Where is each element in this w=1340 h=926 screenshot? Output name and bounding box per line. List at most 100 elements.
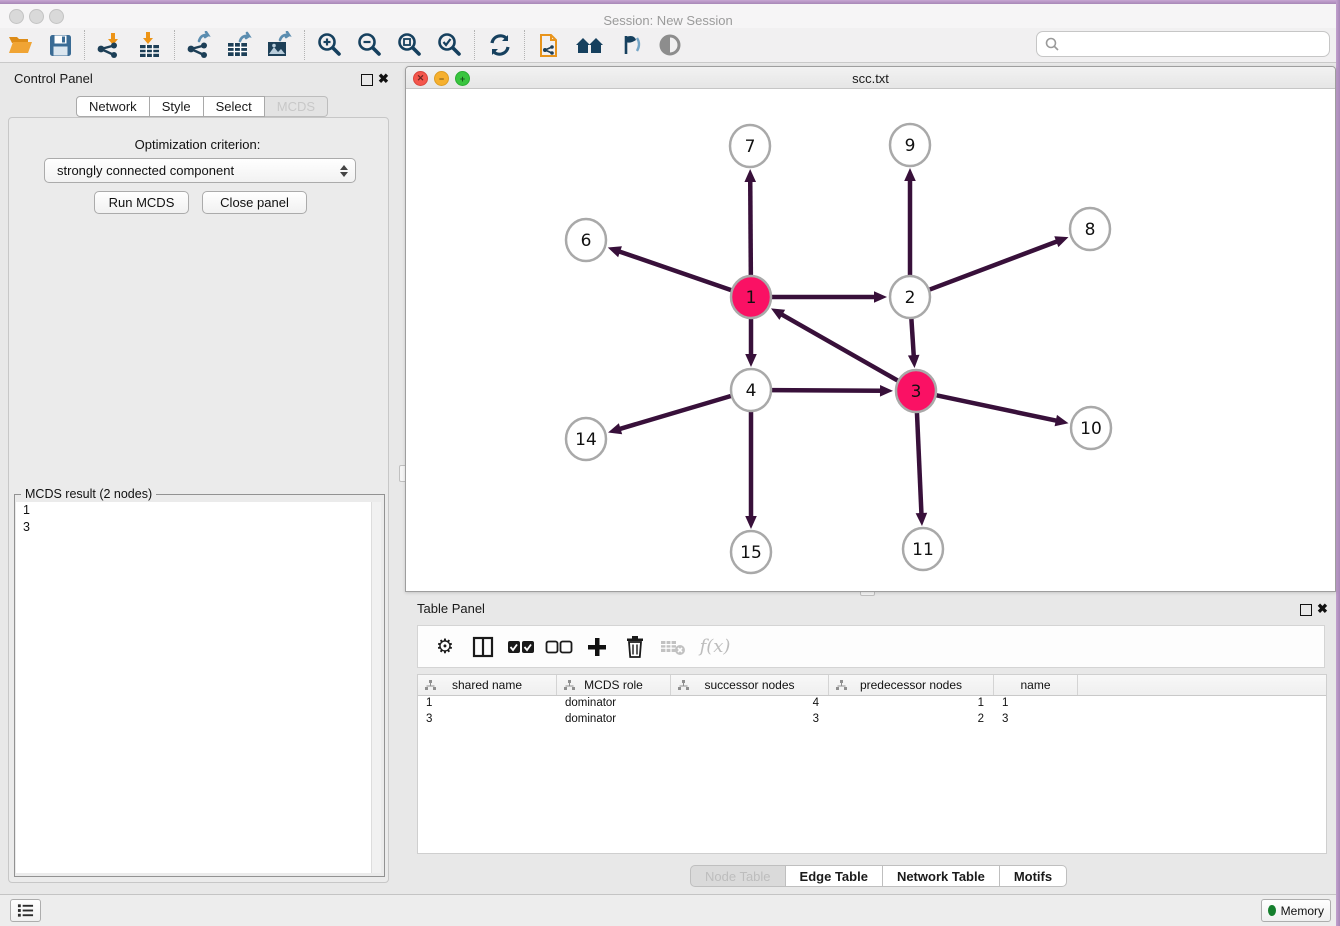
delete-column-button[interactable]	[616, 630, 654, 664]
graph-node-label-11: 11	[912, 540, 934, 560]
export-image-button[interactable]	[260, 29, 300, 61]
open-file-button[interactable]	[0, 29, 40, 61]
table-toolbar: ⚙	[417, 625, 1325, 668]
close-panel-button[interactable]: Close panel	[202, 191, 307, 214]
import-network-button[interactable]	[90, 29, 130, 61]
table-cell[interactable]: dominator	[557, 712, 671, 728]
network-view-window: ✕ − + scc.txt 7968124314101511	[405, 66, 1336, 592]
table-cell[interactable]: 3	[671, 712, 829, 728]
table-cell[interactable]: dominator	[557, 696, 671, 712]
clone-network-icon	[537, 31, 564, 60]
graph-edge-4-3[interactable]	[772, 390, 882, 391]
function-builder-button[interactable]: f(x)	[692, 630, 738, 664]
column-header-name[interactable]: name	[994, 675, 1078, 695]
apply-layout-button[interactable]	[480, 29, 520, 61]
zoom-out-icon	[356, 31, 384, 59]
run-mcds-button[interactable]: Run MCDS	[94, 191, 189, 214]
column-type-icon	[564, 680, 575, 691]
home-icon	[575, 33, 605, 57]
table-cell[interactable]: 1	[418, 696, 557, 712]
graph-edge-2-8[interactable]	[930, 241, 1059, 290]
table-cell[interactable]: 1	[829, 696, 994, 712]
tab-edge-table[interactable]: Edge Table	[786, 865, 883, 887]
graph-edge-arrowhead	[908, 355, 920, 368]
eye-slash-icon	[616, 32, 644, 58]
graph-node-label-9: 9	[905, 136, 916, 156]
table-row[interactable]: 1dominator411	[418, 696, 1326, 712]
tab-style[interactable]: Style	[150, 96, 204, 117]
export-table-button[interactable]	[220, 29, 260, 61]
column-header-predecessor-nodes[interactable]: predecessor nodes	[829, 675, 994, 695]
save-icon	[49, 34, 72, 57]
table-cell[interactable]: 2	[829, 712, 994, 728]
clone-network-button[interactable]	[530, 29, 570, 61]
import-table-button[interactable]	[130, 29, 170, 61]
home-button[interactable]	[570, 29, 610, 61]
open-folder-icon	[7, 33, 33, 57]
graph-edge-1-6[interactable]	[618, 251, 731, 290]
dropdown-stepper-icon	[338, 163, 349, 179]
float-table-panel-button[interactable]	[1300, 604, 1312, 616]
close-panel-icon-button[interactable]: ✖	[378, 74, 389, 84]
table-cell[interactable]: 4	[671, 696, 829, 712]
graph-edge-3-1[interactable]	[781, 314, 898, 381]
column-header-shared-name[interactable]: shared name	[418, 675, 557, 695]
mcds-result-list[interactable]: 13	[16, 502, 381, 873]
export-network-button[interactable]	[180, 29, 220, 61]
search-field	[1036, 31, 1330, 57]
zoom-selected-icon	[436, 31, 464, 59]
tab-mcds[interactable]: MCDS	[265, 96, 328, 117]
hide-selected-button[interactable]	[610, 29, 650, 61]
zoom-selected-button[interactable]	[430, 29, 470, 61]
zoom-fit-button[interactable]	[390, 29, 430, 61]
save-session-button[interactable]	[40, 29, 80, 61]
graph-edge-3-11[interactable]	[917, 412, 922, 515]
tab-node-table[interactable]: Node Table	[690, 865, 786, 887]
zoom-out-button[interactable]	[350, 29, 390, 61]
graph-node-label-4: 4	[746, 381, 757, 401]
tab-motifs[interactable]: Motifs	[1000, 865, 1067, 887]
tab-select[interactable]: Select	[204, 96, 265, 117]
column-header-successor-nodes[interactable]: successor nodes	[671, 675, 829, 695]
table-cell[interactable]: 3	[418, 712, 557, 728]
tab-network-table[interactable]: Network Table	[883, 865, 1000, 887]
delete-table-button[interactable]	[654, 630, 692, 664]
select-all-button[interactable]	[502, 630, 540, 664]
add-column-button[interactable]	[578, 630, 616, 664]
column-header-MCDS-role[interactable]: MCDS role	[557, 675, 671, 695]
mcds-result-item: 1	[16, 502, 381, 519]
table-settings-button[interactable]: ⚙	[426, 630, 464, 664]
mcds-result-title: MCDS result (2 nodes)	[21, 487, 156, 501]
split-columns-button[interactable]	[464, 630, 502, 664]
task-history-button[interactable]	[10, 899, 41, 922]
float-panel-button[interactable]	[361, 74, 373, 86]
deselect-all-button[interactable]	[540, 630, 578, 664]
table-panel-title: Table Panel	[417, 601, 485, 616]
graph-edge-1-7[interactable]	[750, 180, 751, 276]
search-input[interactable]	[1062, 37, 1329, 51]
graph-node-label-15: 15	[740, 543, 762, 563]
network-window-titlebar[interactable]: ✕ − + scc.txt	[406, 67, 1335, 89]
graph-edge-3-10[interactable]	[937, 395, 1058, 421]
application-window: Session: New Session	[0, 0, 1340, 926]
columns-icon	[472, 636, 494, 658]
graph-edge-4-14[interactable]	[619, 396, 731, 429]
graph-node-label-8: 8	[1085, 220, 1096, 240]
graph-edge-arrowhead	[608, 246, 622, 257]
network-canvas[interactable]: 7968124314101511	[406, 88, 1333, 589]
zoom-in-button[interactable]	[310, 29, 350, 61]
tab-network[interactable]: Network	[76, 96, 150, 117]
refresh-icon	[487, 32, 513, 58]
table-row[interactable]: 3dominator323	[418, 712, 1326, 728]
graph-edge-arrowhead	[1054, 236, 1068, 247]
table-cell[interactable]: 1	[994, 696, 1078, 712]
table-cell[interactable]: 3	[994, 712, 1078, 728]
criterion-dropdown[interactable]: strongly connected component	[44, 158, 356, 183]
result-scrollbar[interactable]	[371, 502, 381, 873]
show-hidden-button[interactable]	[650, 29, 690, 61]
close-table-panel-button[interactable]: ✖	[1317, 604, 1328, 614]
column-type-icon	[425, 680, 436, 691]
graph-edge-2-3[interactable]	[911, 318, 913, 357]
toolbar-separator	[474, 30, 476, 60]
memory-button[interactable]: Memory	[1261, 899, 1331, 922]
